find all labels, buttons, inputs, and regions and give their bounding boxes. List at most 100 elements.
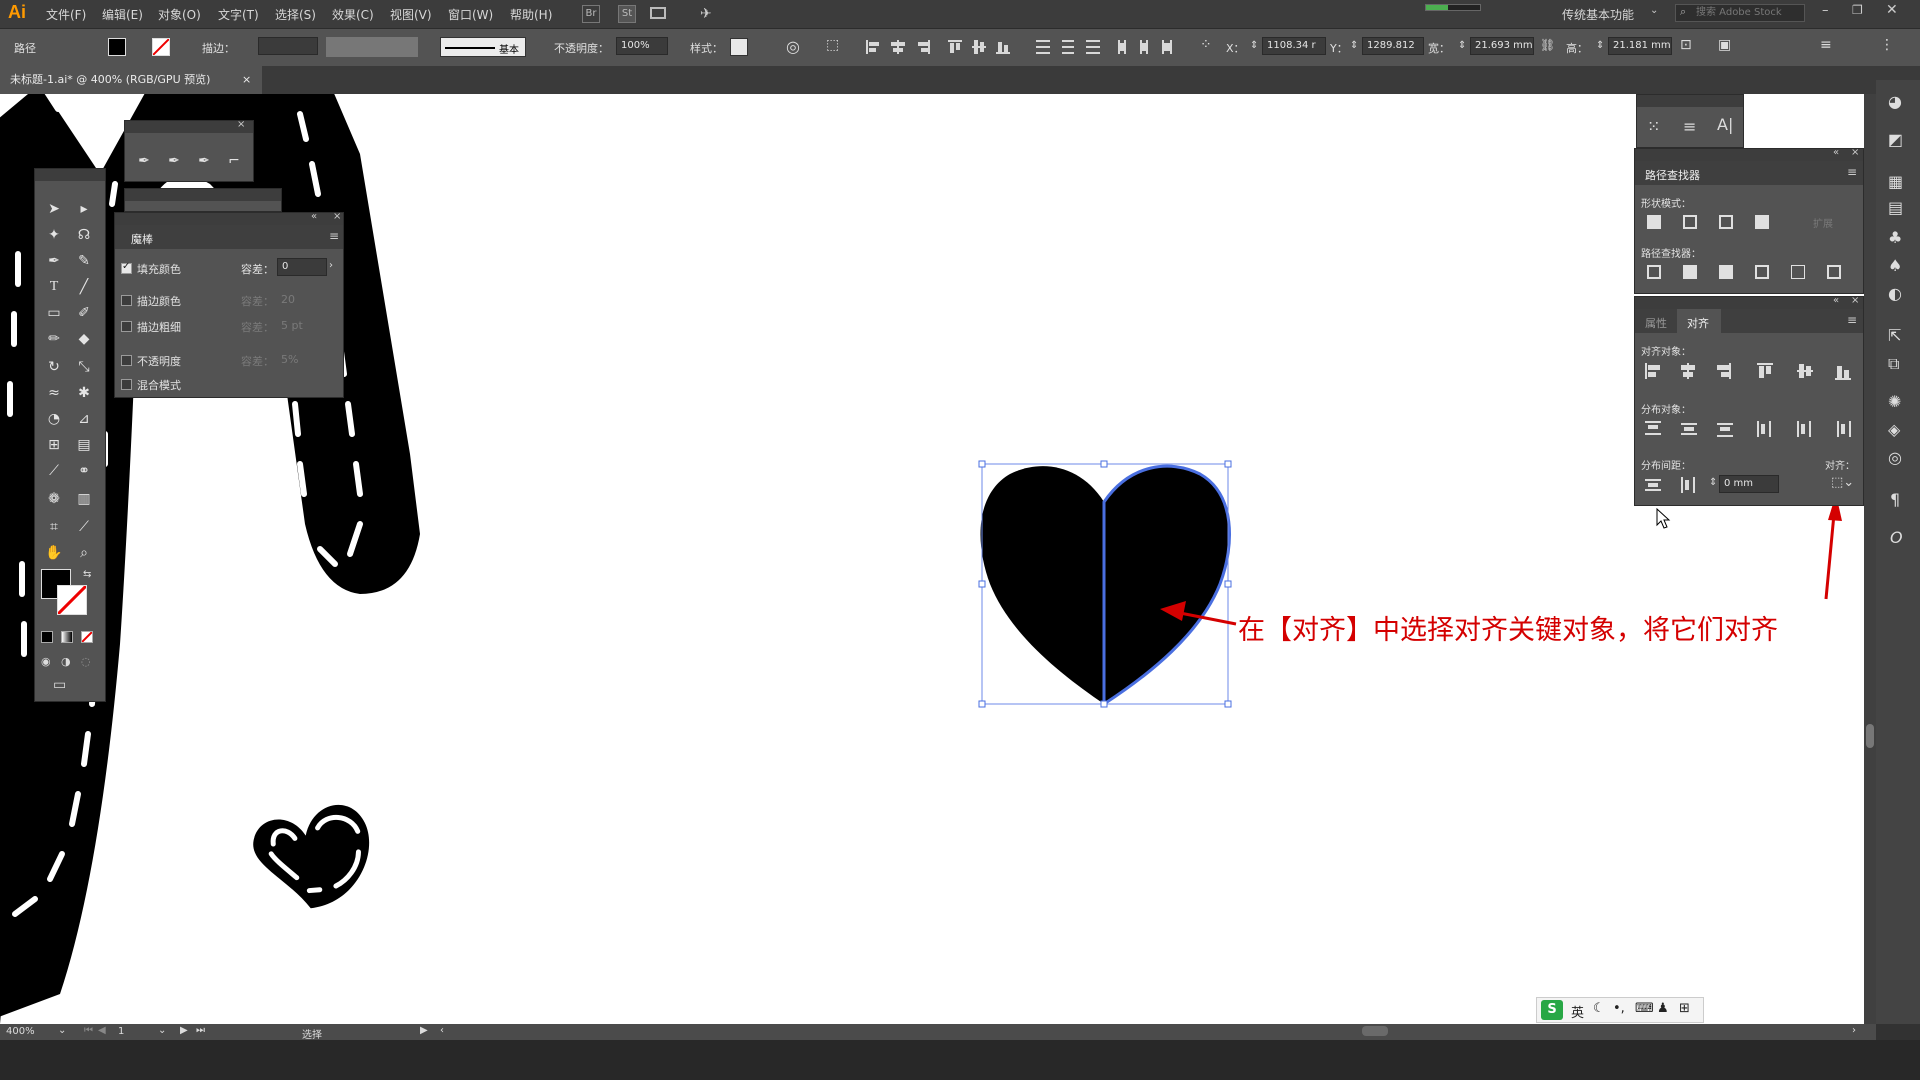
x-field[interactable]: 1108.34 r: [1262, 37, 1326, 55]
y-field[interactable]: 1289.812: [1362, 37, 1424, 55]
stock-search-input[interactable]: 搜索 Adobe Stock: [1675, 4, 1805, 22]
menu-type[interactable]: 文字(T): [218, 6, 259, 23]
opacity-field[interactable]: 100%: [616, 37, 668, 55]
rotate-tool-icon[interactable]: ↻: [43, 357, 65, 377]
vertical-scrollbar[interactable]: [1864, 94, 1876, 1024]
x-stepper-icon[interactable]: ⇕: [1250, 40, 1258, 51]
next-artboard-icon[interactable]: ▶: [180, 1025, 188, 1036]
opacity-checkbox[interactable]: [121, 355, 132, 366]
tools-panel-header[interactable]: [35, 169, 105, 181]
grid-menu-icon[interactable]: ⊞: [1679, 1001, 1690, 1016]
symbols-icon[interactable]: ♣: [1888, 228, 1902, 247]
gradient-tool-icon[interactable]: ▤: [73, 435, 95, 455]
character-panel-icon[interactable]: A|: [1717, 115, 1733, 134]
panel-menu-icon[interactable]: ≡: [329, 229, 339, 243]
pen-tool-icon[interactable]: ✒: [43, 251, 65, 271]
keyboard-icon[interactable]: ⌨: [1635, 1001, 1654, 1016]
chevron-down-icon[interactable]: ⌄: [1650, 5, 1658, 16]
links-icon[interactable]: ◎: [1888, 448, 1902, 467]
divide-icon[interactable]: [1647, 265, 1661, 279]
menu-object[interactable]: 对象(O): [158, 6, 201, 23]
punctuation-icon[interactable]: •,: [1613, 1001, 1625, 1016]
exclude-icon[interactable]: [1755, 215, 1769, 229]
menu-select[interactable]: 选择(S): [275, 6, 316, 23]
close-panel-icon[interactable]: ×: [1851, 295, 1859, 306]
first-artboard-icon[interactable]: ⏮: [84, 1025, 93, 1036]
scale-tool-icon[interactable]: ⤡: [73, 357, 95, 377]
panel-menu-icon[interactable]: ≡: [1847, 165, 1857, 179]
menu-help[interactable]: 帮助(H): [510, 6, 552, 23]
layers-icon[interactable]: ◈: [1888, 420, 1900, 439]
status-menu-icon[interactable]: ▶: [420, 1025, 428, 1036]
direct-selection-tool-icon[interactable]: ▸: [73, 199, 95, 219]
transform-reference-point-icon[interactable]: ⁘: [1200, 37, 1212, 53]
align-panel-header[interactable]: [1635, 297, 1863, 309]
screen-mode-icon[interactable]: ▭: [53, 677, 66, 693]
height-stepper-icon[interactable]: ⇕: [1596, 40, 1604, 51]
hand-tool-icon[interactable]: ✋: [43, 543, 65, 563]
send-icon[interactable]: ✈: [700, 6, 712, 22]
flyout-header[interactable]: [125, 121, 253, 133]
draw-inside-icon[interactable]: ◌: [81, 655, 91, 668]
zoom-level[interactable]: 400%: [6, 1026, 35, 1037]
artboard-tool-icon[interactable]: ⌗: [43, 517, 65, 537]
shape-builder-tool-icon[interactable]: ◔: [43, 409, 65, 429]
fill-color-checkbox[interactable]: [121, 261, 132, 274]
stroke-swatch[interactable]: [57, 585, 87, 615]
chevron-down-icon[interactable]: ⌄: [158, 1025, 166, 1036]
pathfinder-panel-title[interactable]: 路径查找器: [1645, 167, 1700, 183]
paragraph-icon[interactable]: ¶: [1890, 490, 1900, 509]
recolor-artwork-icon[interactable]: ◎: [786, 37, 800, 56]
tab-align-active[interactable]: 对齐: [1677, 309, 1721, 333]
panel-menu-icon[interactable]: ≡: [1847, 313, 1857, 327]
blend-mode-checkbox[interactable]: [121, 379, 132, 390]
perspective-grid-tool-icon[interactable]: ⊿: [73, 409, 95, 429]
graphic-style-swatch[interactable]: [730, 38, 748, 56]
curvature-tool-icon[interactable]: ✎: [73, 251, 95, 271]
tab-properties[interactable]: 属性: [1645, 315, 1667, 331]
brush-definition[interactable]: 基本: [440, 37, 526, 57]
mesh-tool-icon[interactable]: ⊞: [43, 435, 65, 455]
swatches-icon[interactable]: ▦: [1888, 172, 1903, 191]
minimize-icon[interactable]: –: [1822, 3, 1829, 18]
expand-button[interactable]: 扩展: [1813, 215, 1833, 230]
height-field[interactable]: 21.181 mm: [1608, 37, 1672, 55]
variable-width-profile[interactable]: [326, 37, 418, 57]
eraser-tool-icon[interactable]: ◆: [73, 329, 95, 349]
menu-window[interactable]: 窗口(W): [448, 6, 493, 23]
collapse-panel-icon[interactable]: «: [1833, 295, 1839, 306]
user-icon[interactable]: ♟: [1657, 1001, 1669, 1016]
spacing-stepper-icon[interactable]: ⇕: [1709, 477, 1717, 488]
control-panel-options-icon[interactable]: ⋮: [1880, 37, 1894, 53]
restore-icon[interactable]: ❐: [1852, 3, 1863, 17]
unite-icon[interactable]: [1647, 215, 1661, 229]
bridge-icon[interactable]: Br: [582, 5, 600, 23]
control-distribute-icons[interactable]: [1116, 37, 1180, 57]
close-tab-icon[interactable]: ×: [242, 66, 251, 94]
color-panel-icon[interactable]: ◕: [1888, 92, 1902, 111]
menu-file[interactable]: 文件(F): [46, 6, 86, 23]
stock-icon[interactable]: St: [618, 5, 636, 23]
export-icon[interactable]: ⇱: [1888, 326, 1901, 345]
minus-front-icon[interactable]: [1683, 215, 1697, 229]
slice-tool-icon[interactable]: ⟋: [73, 517, 95, 537]
fill-tolerance-field[interactable]: 0: [277, 258, 327, 276]
vertical-scroll-thumb[interactable]: [1866, 724, 1874, 748]
stroke-weight-checkbox[interactable]: [121, 321, 132, 332]
stroke-panel-icon[interactable]: ✺: [1888, 392, 1901, 411]
control-align-icons[interactable]: [864, 37, 1104, 57]
add-anchor-point-tool-icon[interactable]: ✒: [163, 151, 185, 171]
paintbrush-tool-icon[interactable]: ✐: [73, 303, 95, 323]
fill-color-swatch[interactable]: [108, 38, 126, 56]
document-tab[interactable]: 未标题-1.ai* @ 400% (RGB/GPU 预览) ×: [0, 66, 262, 94]
delete-anchor-point-tool-icon[interactable]: ✒: [193, 151, 215, 171]
moon-icon[interactable]: ☾: [1593, 1001, 1605, 1016]
close-flyout-icon[interactable]: ×: [237, 119, 245, 130]
swap-fill-stroke-icon[interactable]: ⇆: [83, 569, 91, 580]
scroll-left-icon[interactable]: ‹: [440, 1025, 444, 1036]
pen-tool-icon[interactable]: ✒: [133, 151, 155, 171]
collapsed-flyout-header[interactable]: [125, 189, 281, 201]
gradient-mode-icon[interactable]: [61, 631, 73, 643]
pencil-tool-icon[interactable]: ✏: [43, 329, 65, 349]
close-panel-icon[interactable]: ×: [1851, 147, 1859, 158]
